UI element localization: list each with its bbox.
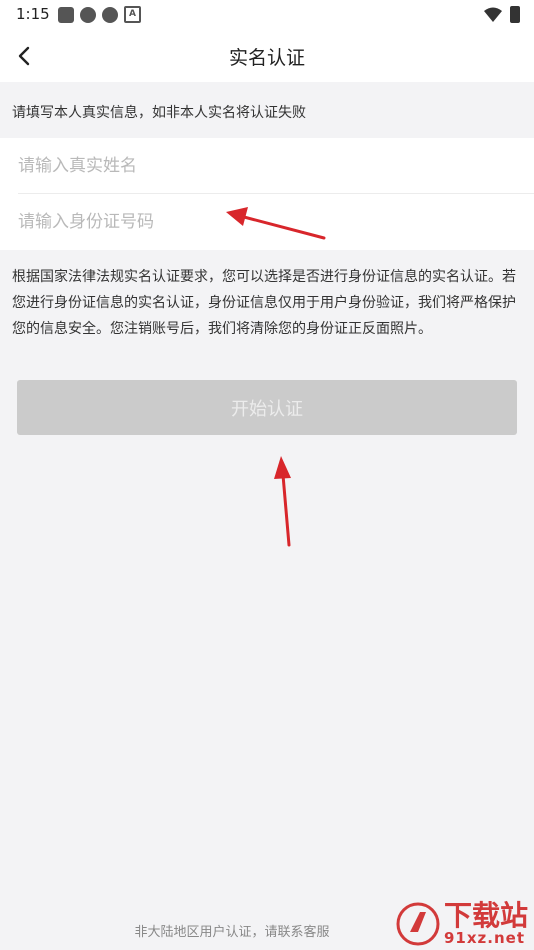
status-bar: 1:15 A [0,0,534,30]
status-notification-icons: A [58,6,141,23]
nav-bar: 实名认证 [0,30,534,82]
notification-square-icon [58,6,74,23]
watermark-url: 91xz.net [443,929,525,947]
site-watermark: 下载站 91xz.net [396,901,528,946]
identity-form [0,138,534,250]
battery-icon [510,6,520,23]
form-hint: 请填写本人真实信息，如非本人实名将认证失败 [12,105,306,121]
watermark-title: 下载站 [443,899,528,932]
arrow-to-start-button [274,456,291,547]
wifi-icon [484,7,502,22]
watermark-logo-icon [396,902,440,946]
start-verification-button[interactable]: 开始认证 [17,380,517,435]
notification-app-icon [80,6,96,23]
privacy-notice: 根据国家法律法规实名认证要求，您可以选择是否进行身份证信息的实名认证。若您进行身… [12,269,516,337]
status-system-icons [484,6,520,23]
page-title: 实名认证 [228,47,305,69]
notification-app-icon-2 [102,6,118,23]
real-name-input[interactable] [0,138,534,193]
notification-a-icon: A [124,6,141,23]
status-time: 1:15 [16,5,50,23]
overseas-support-link[interactable]: 非大陆地区用户认证，请联系客服 [0,921,464,940]
id-number-input[interactable] [0,194,534,249]
